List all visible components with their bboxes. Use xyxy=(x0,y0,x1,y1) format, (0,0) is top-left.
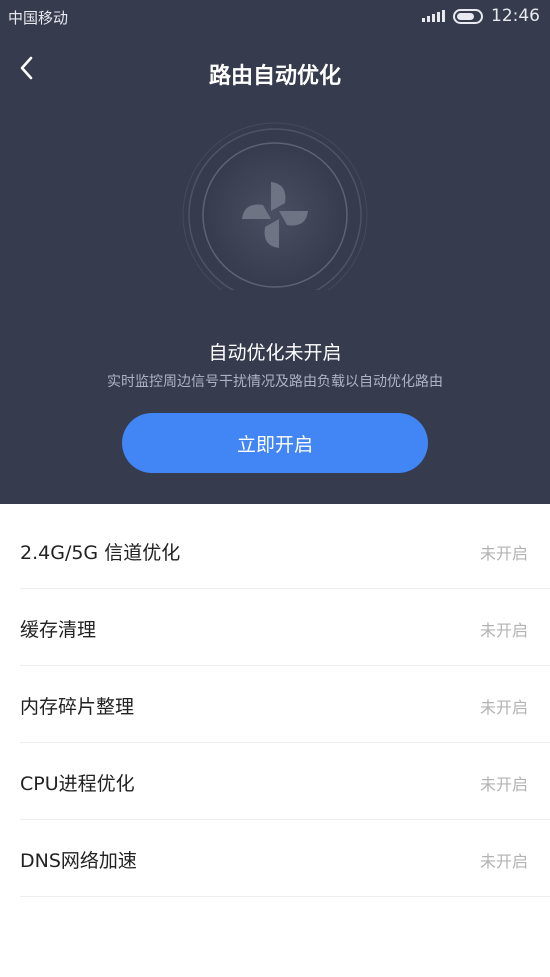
list-item-status: 未开启 xyxy=(479,544,528,563)
list-item-status: 未开启 xyxy=(479,621,528,640)
optimization-state: 自动优化未开启 xyxy=(208,342,342,364)
optimization-list: 2.4G/5G 信道优化 未开启 缓存清理 未开启 内存碎片整理 未开启 CPU… xyxy=(0,512,550,897)
optimization-description: 实时监控周边信号干扰情况及路由负载以自动优化路由 xyxy=(107,374,443,390)
list-item-label: 缓存清理 xyxy=(20,619,97,641)
page-title: 路由自动优化 xyxy=(208,64,341,89)
status-time: 12:46 xyxy=(491,6,540,26)
list-item-label: DNS网络加速 xyxy=(20,850,137,872)
list-item-channel-optimization[interactable]: 2.4G/5G 信道优化 未开启 xyxy=(20,512,550,589)
list-item-cpu-optimization[interactable]: CPU进程优化 未开启 xyxy=(20,743,550,820)
list-item-label: 内存碎片整理 xyxy=(20,696,135,718)
battery-icon xyxy=(453,8,483,24)
signal-icon xyxy=(422,10,445,22)
enable-now-button[interactable]: 立即开启 xyxy=(122,413,428,473)
list-item-status: 未开启 xyxy=(479,775,528,794)
fan-dial xyxy=(175,120,375,308)
hero-panel: 中国移动 12:46 路由自动优化 自动优化未开启 实时监控周边信号干扰情况及路… xyxy=(0,0,550,504)
list-item-label: CPU进程优化 xyxy=(20,773,135,795)
status-bar: 中国移动 12:46 xyxy=(0,0,550,32)
list-item-label: 2.4G/5G 信道优化 xyxy=(20,542,181,564)
list-item-cache-cleanup[interactable]: 缓存清理 未开启 xyxy=(20,589,550,666)
fan-icon xyxy=(182,122,368,308)
carrier-name: 中国移动 xyxy=(8,9,69,27)
status-indicators: 12:46 xyxy=(422,6,540,26)
list-item-status: 未开启 xyxy=(479,852,528,871)
list-item-memory-defrag[interactable]: 内存碎片整理 未开启 xyxy=(20,666,550,743)
list-item-status: 未开启 xyxy=(479,698,528,717)
list-item-dns-acceleration[interactable]: DNS网络加速 未开启 xyxy=(20,820,550,897)
